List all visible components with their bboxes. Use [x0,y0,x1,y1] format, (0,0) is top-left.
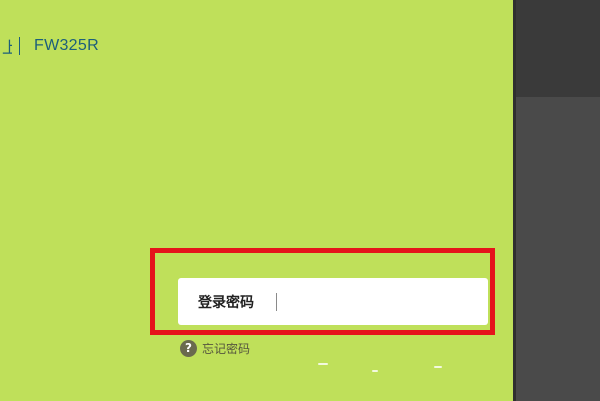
window-frame-right [513,97,600,401]
forgot-password-label: 忘记密码 [202,341,251,356]
screen-glare [372,370,378,372]
login-page-panel [0,0,513,401]
model-name: FW325R [34,37,99,54]
window-frame-top-right [513,0,600,97]
brand-logo-fragment: 上 [2,40,12,57]
login-password-row: 登录密码 [178,278,488,325]
header-divider [19,37,20,55]
screen-glare [318,363,328,365]
question-circle-icon: ? [180,339,197,357]
password-label: 登录密码 [198,294,254,311]
screen-glare [434,366,442,368]
window-frame-edge [513,0,516,401]
password-input[interactable] [283,286,478,317]
page-header: 上 FW325R [0,34,99,58]
forgot-password-link[interactable]: ? 忘记密码 [180,339,250,357]
input-divider [276,292,277,311]
